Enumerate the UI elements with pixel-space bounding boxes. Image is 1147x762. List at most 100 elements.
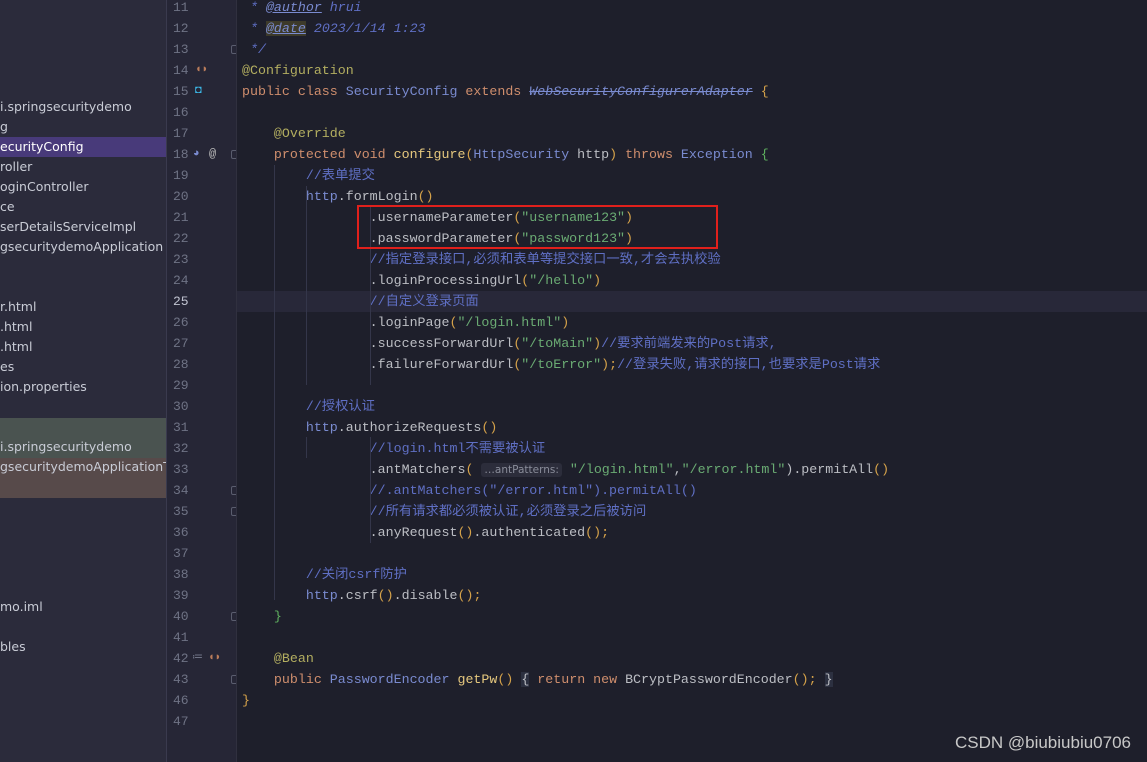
code-token: public	[242, 671, 330, 687]
line-number: 21	[173, 209, 189, 225]
code-token: extends	[457, 83, 530, 99]
code-line: .failureForwardUrl("/toError");//登录失败,请求…	[242, 354, 881, 375]
code-token: }	[824, 671, 833, 687]
code-token: ()	[377, 587, 394, 603]
code-token: .failureForwardUrl	[242, 356, 514, 372]
indent-guide	[274, 165, 275, 600]
parameter-hint: …antPatterns:	[481, 462, 562, 477]
code-token: //login.html不需要被认证	[242, 440, 546, 456]
code-line: //所有请求都必须被认证,必须登录之后被访问	[242, 501, 647, 522]
line-number: 20	[173, 188, 189, 204]
line-number: 42	[173, 650, 189, 666]
code-line: .successForwardUrl("/toMain")//要求前端发来的Po…	[242, 333, 777, 354]
code-token: //要求前端发来的Post请求,	[601, 335, 777, 351]
code-line: @Bean	[242, 648, 314, 669]
code-token: //登录失败,请求的接口,也要求是Post请求	[617, 356, 881, 372]
line-number: 37	[173, 545, 189, 561]
tree-item[interactable]: .html	[0, 337, 166, 357]
line-number: 34	[173, 482, 189, 498]
line-number: 41	[173, 629, 189, 645]
tree-item[interactable]: ce	[0, 197, 166, 217]
code-token: "/login.html"	[457, 314, 562, 330]
code-token: .authenticated	[473, 524, 586, 540]
code-token: .antMatchers	[242, 461, 466, 477]
code-token: ();	[585, 524, 610, 540]
code-token: }	[242, 608, 282, 624]
tree-item[interactable]: gsecuritydemoApplication	[0, 237, 166, 257]
tree-item[interactable]: i.springsecuritydemo	[0, 437, 166, 457]
code-line: .loginProcessingUrl("/hello")	[242, 270, 601, 291]
tree-item[interactable]: .html	[0, 317, 166, 337]
code-token: //所有请求都必须被认证,必须登录之后被访问	[242, 503, 647, 519]
bean-icon[interactable]: ◖◗	[208, 648, 221, 669]
code-line: }	[242, 606, 282, 627]
code-token: @author	[265, 0, 322, 15]
tree-item[interactable]: r.html	[0, 297, 166, 317]
code-token: .successForwardUrl	[242, 335, 514, 351]
code-token: throws	[625, 146, 681, 162]
code-token: @Bean	[242, 650, 314, 666]
code-token: .disable	[393, 587, 458, 603]
code-token: configure	[393, 146, 466, 162]
line-number: 15	[173, 83, 189, 99]
code-token: Exception	[680, 146, 753, 162]
tree-item[interactable]: bles	[0, 637, 166, 657]
code-token: }	[242, 692, 250, 708]
code-token: HttpSecurity	[473, 146, 570, 162]
tree-item[interactable]: es	[0, 357, 166, 377]
line-number: 16	[173, 104, 189, 120]
line-number: 33	[173, 461, 189, 477]
code-line: http.csrf().disable();	[242, 585, 482, 606]
line-number: 29	[173, 377, 189, 393]
code-line: * @date 2023/1/14 1:23	[242, 18, 426, 39]
line-number: 23	[173, 251, 189, 267]
code-line: public class SecurityConfig extends WebS…	[242, 81, 769, 102]
code-token: "/error.html"	[681, 461, 786, 477]
line-number: 17	[173, 125, 189, 141]
code-line: //指定登录接口,必须和表单等提交接口一致,才会去执校验	[242, 249, 721, 270]
code-token: http	[305, 587, 338, 603]
line-number: 22	[173, 230, 189, 246]
line-number: 32	[173, 440, 189, 456]
tree-item[interactable]: ecurityConfig	[0, 137, 166, 157]
code-line: * @author hrui	[242, 0, 362, 18]
code-token: @date	[265, 20, 306, 36]
line-number: 13	[173, 41, 189, 57]
tree-item[interactable]: roller	[0, 157, 166, 177]
tree-item[interactable]: gsecuritydemoApplicationTe	[0, 457, 166, 477]
tree-item[interactable]: g	[0, 117, 166, 137]
line-number: 27	[173, 335, 189, 351]
code-line: .anyRequest().authenticated();	[242, 522, 609, 543]
indent-guide	[370, 437, 371, 543]
code-token: //自定义登录页面	[242, 293, 479, 309]
tree-item[interactable]: mo.iml	[0, 597, 166, 617]
code-token: @Configuration	[242, 62, 354, 78]
code-line: //.antMatchers("/error.html").permitAll(…	[242, 480, 697, 501]
tree-item[interactable]: oginController	[0, 177, 166, 197]
code-token: //指定登录接口,必须和表单等提交接口一致,才会去执校验	[242, 251, 721, 267]
code-line: */	[242, 39, 266, 60]
autowire-at-icon[interactable]: @	[209, 144, 216, 165]
line-number: 11	[173, 0, 189, 15]
code-line: //授权认证	[242, 396, 375, 417]
line-number: 38	[173, 566, 189, 582]
code-token: .csrf	[337, 587, 378, 603]
line-number: 43	[173, 671, 189, 687]
code-token: .permitAll	[793, 461, 874, 477]
tree-item[interactable]: i.springsecuritydemo	[0, 97, 166, 117]
line-number: 24	[173, 272, 189, 288]
line-number: 14	[173, 62, 189, 78]
code-token: .loginProcessingUrl	[242, 272, 522, 288]
code-editor[interactable]: * @author hrui * @date 2023/1/14 1:23 */…	[236, 0, 1147, 762]
code-line: http.authorizeRequests()	[242, 417, 498, 438]
code-line: http.formLogin()	[242, 186, 434, 207]
code-token: PasswordEncoder	[329, 671, 450, 687]
tree-item[interactable]: ion.properties	[0, 377, 166, 397]
code-token: ()	[497, 671, 514, 687]
tree-item[interactable]: serDetailsServiceImpl	[0, 217, 166, 237]
annotation-highlight-box	[357, 205, 718, 249]
code-token: BCryptPasswordEncoder	[625, 671, 793, 687]
line-number: 30	[173, 398, 189, 414]
code-token: ,	[673, 461, 682, 477]
indent-guide	[306, 186, 307, 385]
